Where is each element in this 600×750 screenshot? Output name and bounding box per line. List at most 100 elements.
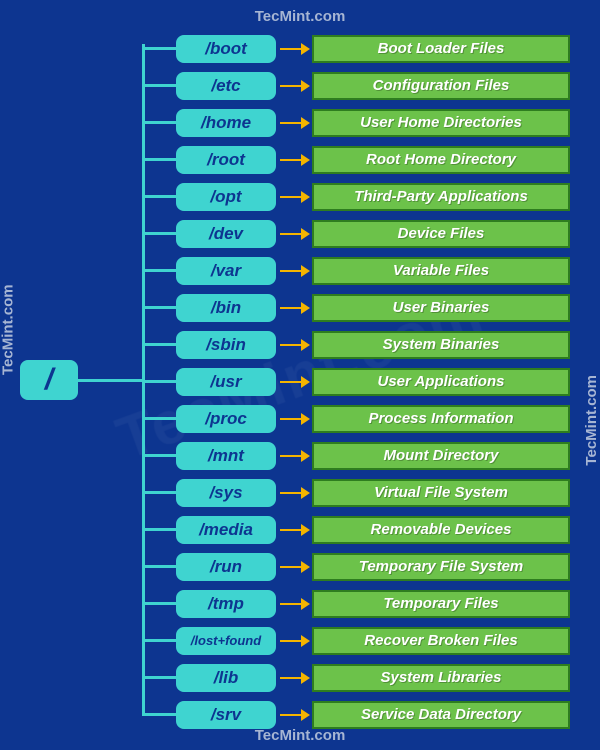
arrow-icon — [276, 146, 312, 174]
tree-row: /opt Third-Party Applications — [142, 178, 570, 215]
tree-row: /media Removable Devices — [142, 511, 570, 548]
tree-row: /home User Home Directories — [142, 104, 570, 141]
directory-node: /sys — [176, 479, 276, 507]
description-box: Configuration Files — [312, 72, 570, 100]
directory-node: /mnt — [176, 442, 276, 470]
root-label: / — [45, 363, 53, 397]
directory-node: /bin — [176, 294, 276, 322]
branch-connector — [142, 269, 176, 272]
arrow-icon — [276, 664, 312, 692]
branch-connector — [142, 491, 176, 494]
arrow-icon — [276, 72, 312, 100]
tree-row: /sys Virtual File System — [142, 474, 570, 511]
tree-row: /sbin System Binaries — [142, 326, 570, 363]
root-connector — [78, 379, 142, 382]
directory-node: /tmp — [176, 590, 276, 618]
description-box: Virtual File System — [312, 479, 570, 507]
tree-row: /etc Configuration Files — [142, 67, 570, 104]
description-box: Removable Devices — [312, 516, 570, 544]
tree-row: /lib System Libraries — [142, 659, 570, 696]
branch-connector — [142, 713, 176, 716]
tree-row: /srv Service Data Directory — [142, 696, 570, 733]
arrow-icon — [276, 553, 312, 581]
arrow-icon — [276, 183, 312, 211]
description-box: Mount Directory — [312, 442, 570, 470]
directory-node: /opt — [176, 183, 276, 211]
arrow-icon — [276, 701, 312, 729]
branch-connector — [142, 528, 176, 531]
tree-row: /lost+found Recover Broken Files — [142, 622, 570, 659]
arrow-icon — [276, 627, 312, 655]
tree-row: /var Variable Files — [142, 252, 570, 289]
branch-connector — [142, 639, 176, 642]
arrow-icon — [276, 220, 312, 248]
arrow-icon — [276, 590, 312, 618]
description-box: Temporary Files — [312, 590, 570, 618]
branch-connector — [142, 306, 176, 309]
arrow-icon — [276, 109, 312, 137]
branch-connector — [142, 158, 176, 161]
description-box: User Binaries — [312, 294, 570, 322]
directory-node: /home — [176, 109, 276, 137]
arrow-icon — [276, 368, 312, 396]
description-box: User Home Directories — [312, 109, 570, 137]
tree-row: /root Root Home Directory — [142, 141, 570, 178]
directory-node: /var — [176, 257, 276, 285]
description-box: Root Home Directory — [312, 146, 570, 174]
description-box: User Applications — [312, 368, 570, 396]
tree-row: /boot Boot Loader Files — [142, 30, 570, 67]
watermark-right: TecMint.com — [584, 375, 600, 466]
branch-connector — [142, 602, 176, 605]
tree-row: /devDevice Files — [142, 215, 570, 252]
description-box: Temporary File System — [312, 553, 570, 581]
branch-connector — [142, 565, 176, 568]
directory-node: /proc — [176, 405, 276, 433]
tree-row: /proc Process Information — [142, 400, 570, 437]
diagram-stage: / /bootBoot Loader Files/etcConfiguratio… — [112, 30, 570, 720]
directory-node: /lib — [176, 664, 276, 692]
watermark-left: TecMint.com — [0, 284, 17, 375]
tree-row: /run Temporary File System — [142, 548, 570, 585]
arrow-icon — [276, 257, 312, 285]
branch-connector — [142, 232, 176, 235]
directory-node: /run — [176, 553, 276, 581]
directory-node: /root — [176, 146, 276, 174]
branch-connector — [142, 417, 176, 420]
description-box: Process Information — [312, 405, 570, 433]
tree-rows: /boot Boot Loader Files/etc Configuration … — [142, 30, 570, 733]
arrow-icon — [276, 442, 312, 470]
arrow-icon — [276, 479, 312, 507]
watermark-top: TecMint.com — [255, 8, 346, 25]
arrow-icon — [276, 331, 312, 359]
description-box: Boot Loader Files — [312, 35, 570, 63]
branch-connector — [142, 343, 176, 346]
branch-connector — [142, 454, 176, 457]
arrow-icon — [276, 294, 312, 322]
branch-connector — [142, 676, 176, 679]
root-node: / — [20, 360, 78, 400]
directory-node: /boot — [176, 35, 276, 63]
arrow-icon — [276, 516, 312, 544]
tree-row: /mnt Mount Directory — [142, 437, 570, 474]
description-box: Third-Party Applications — [312, 183, 570, 211]
branch-connector — [142, 84, 176, 87]
description-box: Service Data Directory — [312, 701, 570, 729]
description-box: Recover Broken Files — [312, 627, 570, 655]
description-box: System Libraries — [312, 664, 570, 692]
directory-node: /lost+found — [176, 627, 276, 655]
branch-connector — [142, 380, 176, 383]
tree-row: /bin User Binaries — [142, 289, 570, 326]
directory-node: /srv — [176, 701, 276, 729]
directory-node: /usr — [176, 368, 276, 396]
directory-node: /sbin — [176, 331, 276, 359]
tree-row: /tmp Temporary Files — [142, 585, 570, 622]
arrow-icon — [276, 35, 312, 63]
description-box: System Binaries — [312, 331, 570, 359]
description-box: Variable Files — [312, 257, 570, 285]
branch-connector — [142, 121, 176, 124]
arrow-icon — [276, 405, 312, 433]
branch-connector — [142, 47, 176, 50]
directory-node: /etc — [176, 72, 276, 100]
description-box: Device Files — [312, 220, 570, 248]
directory-node: /media — [176, 516, 276, 544]
